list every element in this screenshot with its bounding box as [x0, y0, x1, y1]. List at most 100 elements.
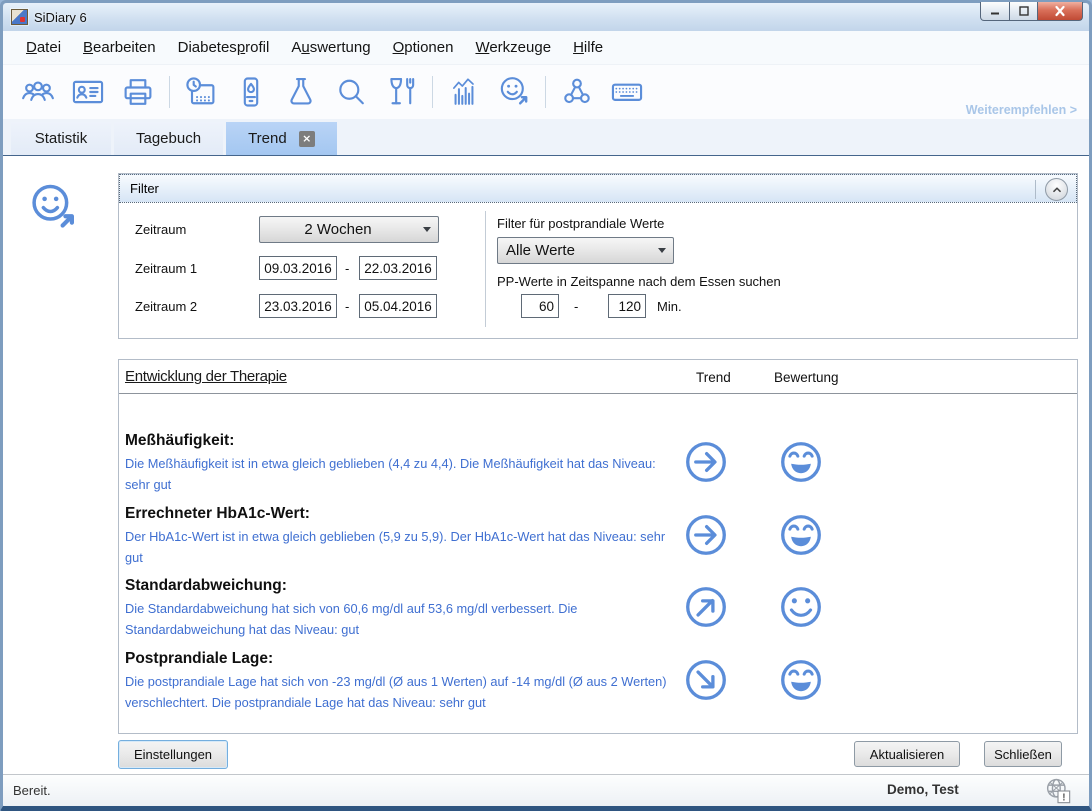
chevron-up-icon [1050, 183, 1064, 197]
tab-statistik[interactable]: Statistik [11, 122, 111, 155]
zeitraum-label: Zeitraum [135, 222, 186, 237]
pp-to-input[interactable] [608, 294, 646, 318]
settings-button[interactable]: Einstellungen [118, 740, 228, 769]
print-button[interactable] [113, 70, 163, 114]
offline-globe-icon: ! [1043, 776, 1073, 811]
recommend-link[interactable]: Weiterempfehlen > [966, 103, 1077, 117]
menu-hilfe[interactable]: Hilfe [564, 36, 612, 59]
zeitraum-selected-value: 2 Wochen [260, 221, 416, 238]
minimize-button[interactable] [980, 2, 1010, 21]
status-bar: Bereit. Demo, Test ! [3, 774, 1089, 806]
range-dash: - [574, 299, 578, 314]
tab-tagebuch[interactable]: Tagebuch [114, 122, 223, 155]
toolbar: Weiterempfehlen > [3, 65, 1089, 119]
pp-filter-select[interactable]: Alle Werte [497, 237, 674, 264]
menu-optionen[interactable]: Optionen [384, 36, 463, 59]
dropdown-arrow-icon [651, 248, 673, 253]
menu-diabetesprofil[interactable]: Diabetesprofil [169, 36, 279, 59]
close-window-button[interactable] [1038, 2, 1083, 21]
toolbar-separator [169, 76, 170, 108]
menu-bearbeiten[interactable]: Bearbeiten [74, 36, 165, 59]
zeitraum1-from-input[interactable] [259, 256, 337, 280]
clock-calendar-icon [183, 74, 219, 110]
range-dash: - [345, 261, 349, 276]
toolbar-separator [545, 76, 546, 108]
menu-werkzeuge[interactable]: Werkzeuge [466, 36, 560, 59]
range-dash: - [345, 299, 349, 314]
filter-title: Filter [130, 181, 159, 196]
zeitraum2-to-input[interactable] [359, 294, 437, 318]
menu-auswertung[interactable]: Auswertung [282, 36, 379, 59]
column-header-bewertung: Bewertung [774, 370, 839, 385]
trend-button[interactable] [489, 70, 539, 114]
pp-filter-selected-value: Alle Werte [498, 242, 651, 259]
row-heading: Standardabweichung: [125, 577, 1073, 595]
pp-from-input[interactable] [521, 294, 559, 318]
close-tab-button[interactable]: Schließen [984, 741, 1062, 767]
glucose-meter-icon [233, 74, 269, 110]
statistics-icon [446, 74, 482, 110]
toolbar-separator [432, 76, 433, 108]
zeitraum1-to-input[interactable] [359, 256, 437, 280]
share-button[interactable] [552, 70, 602, 114]
diary-button[interactable] [176, 70, 226, 114]
pp-unit-label: Min. [657, 299, 682, 314]
maximize-icon [1016, 4, 1032, 18]
window-title: SiDiary 6 [34, 10, 87, 25]
title-bar: SiDiary 6 [3, 3, 1089, 31]
statistics-button[interactable] [439, 70, 489, 114]
lab-button[interactable] [276, 70, 326, 114]
refresh-button[interactable]: Aktualisieren [854, 741, 960, 767]
maximize-button[interactable] [1010, 2, 1038, 21]
zeitraum2-from-input[interactable] [259, 294, 337, 318]
arrow-down-right-circle-icon [683, 657, 729, 703]
main-content: Filter Zeitraum 2 Wochen Zeitraum 1 - Ze… [3, 155, 1089, 774]
profile-button[interactable] [63, 70, 113, 114]
column-header-trend: Trend [696, 370, 731, 385]
collapse-filter-button[interactable] [1045, 178, 1068, 201]
smiley-laugh-icon [778, 439, 824, 485]
printer-icon [120, 74, 156, 110]
row-text: Die Standardabweichung hat sich von 60,6… [125, 598, 677, 640]
trend-smiley-icon [496, 74, 532, 110]
close-icon [1052, 4, 1068, 18]
menu-bar: Datei Bearbeiten Diabetesprofil Auswertu… [3, 31, 1089, 65]
row-heading: Postprandiale Lage: [125, 650, 1073, 668]
trend-page-icon [25, 180, 81, 241]
therapy-row-postprandiale-lage: Postprandiale Lage: Die postprandiale La… [125, 650, 1073, 722]
therapy-title: Entwicklung der Therapie [125, 368, 287, 385]
therapy-row-hba1c: Errechneter HbA1c-Wert: Der HbA1c-Wert i… [125, 505, 1073, 577]
filter-header-separator [1035, 180, 1036, 199]
zeitraum1-label: Zeitraum 1 [135, 261, 197, 276]
smiley-laugh-icon [778, 657, 824, 703]
therapy-row-standardabweichung: Standardabweichung: Die Standardabweichu… [125, 577, 1073, 649]
search-icon [333, 74, 369, 110]
users-button[interactable] [13, 70, 63, 114]
zeitraum-select[interactable]: 2 Wochen [259, 216, 439, 243]
meter-button[interactable] [226, 70, 276, 114]
tab-close-icon[interactable]: × [299, 131, 315, 147]
filter-header[interactable]: Filter [119, 174, 1077, 203]
row-heading: Meßhäufigkeit: [125, 432, 1073, 450]
keyboard-button[interactable] [602, 70, 652, 114]
zeitraum2-label: Zeitraum 2 [135, 299, 197, 314]
arrow-right-circle-icon [683, 512, 729, 558]
arrow-up-right-circle-icon [683, 584, 729, 630]
menu-datei[interactable]: Datei [17, 36, 70, 59]
svg-text:!: ! [1062, 792, 1065, 803]
minimize-icon [987, 4, 1003, 18]
filter-divider [485, 211, 486, 327]
search-button[interactable] [326, 70, 376, 114]
status-text: Bereit. [13, 783, 51, 798]
arrow-right-circle-icon [683, 439, 729, 485]
tab-bar: Statistik Tagebuch Trend× [3, 119, 1089, 155]
food-drink-icon [383, 74, 419, 110]
app-window: SiDiary 6 Datei Bearbeiten Diabetesprofi… [0, 0, 1092, 811]
users-icon [20, 74, 56, 110]
food-button[interactable] [376, 70, 426, 114]
therapy-panel: Entwicklung der Therapie Trend Bewertung… [118, 359, 1078, 734]
pp-range-label: PP-Werte in Zeitspanne nach dem Essen su… [497, 274, 781, 289]
tab-trend[interactable]: Trend× [226, 122, 337, 155]
therapy-row-messhaeufigkeit: Meßhäufigkeit: Die Meßhäufigkeit ist in … [125, 432, 1073, 504]
lab-flask-icon [283, 74, 319, 110]
